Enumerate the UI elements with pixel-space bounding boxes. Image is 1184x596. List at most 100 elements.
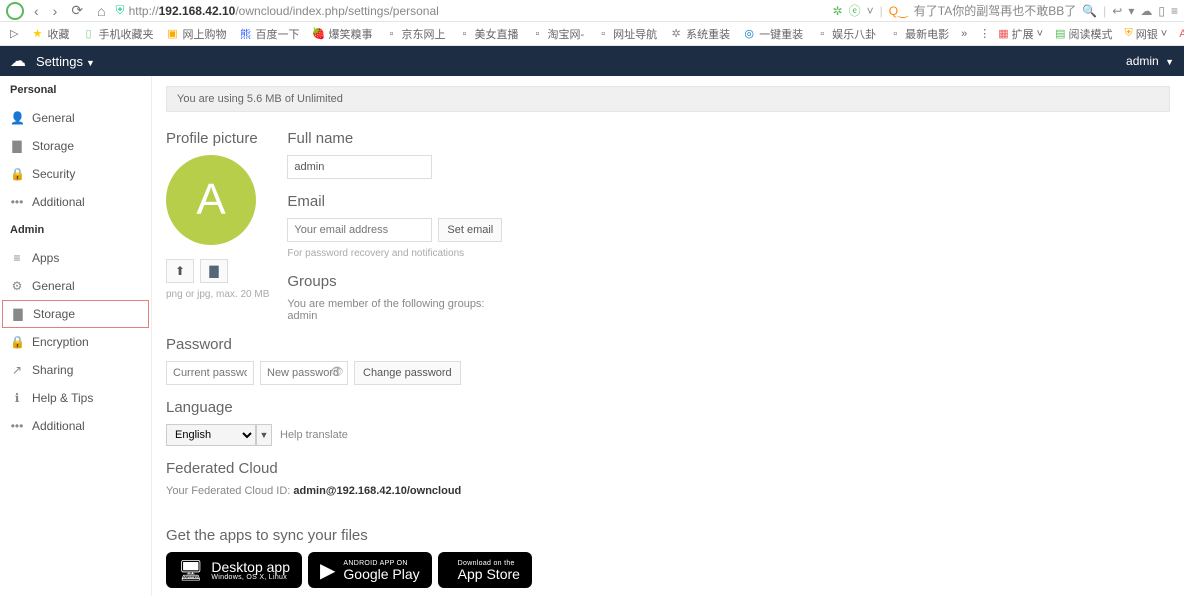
- sidebar-item-additional[interactable]: ••• Additional: [0, 188, 151, 216]
- sidebar-item-additional[interactable]: ••• Additional: [0, 412, 151, 440]
- fullname-input[interactable]: [287, 155, 432, 179]
- home-icon[interactable]: ⌂: [93, 3, 109, 19]
- bookmark-play-icon[interactable]: ▷: [6, 27, 22, 40]
- sidebar-item-icon: 👤: [10, 111, 24, 125]
- email-input[interactable]: [287, 218, 432, 242]
- sidebar-item-storage[interactable]: ▇ Storage: [2, 300, 149, 328]
- sidebar-item-icon: 🔒: [10, 167, 24, 181]
- settings-menu[interactable]: Settings▼: [36, 54, 95, 69]
- sidebar-item-icon: ▇: [11, 307, 25, 321]
- mobile-icon[interactable]: ▯: [1158, 4, 1165, 18]
- sidebar-item-icon: •••: [10, 195, 24, 209]
- current-password-input[interactable]: [166, 361, 254, 385]
- sidebar-item-label: Sharing: [32, 363, 73, 377]
- sidebar-item-label: General: [32, 111, 75, 125]
- help-translate-link[interactable]: Help translate: [280, 429, 348, 441]
- reload-icon[interactable]: ⟳: [67, 2, 87, 19]
- bookmark-item[interactable]: ▣网上购物: [161, 26, 230, 42]
- sidebar-item-general[interactable]: 👤 General: [0, 104, 151, 132]
- user-menu[interactable]: admin ▼: [1126, 54, 1174, 68]
- federated-cloud-heading: Federated Cloud: [166, 460, 1170, 477]
- sync-icon[interactable]: ✲: [833, 4, 843, 18]
- chevron-down-icon[interactable]: ˅: [867, 4, 874, 18]
- sidebar-item-general[interactable]: ⚙General: [0, 272, 151, 300]
- federated-cloud-id: Your Federated Cloud ID: admin@192.168.4…: [166, 485, 1170, 497]
- bookmark-item[interactable]: ▫娱乐八卦: [811, 26, 880, 42]
- bookmark-item[interactable]: ▫淘宝网-: [526, 26, 588, 42]
- sidebar-item-apps[interactable]: ≡Apps: [0, 244, 151, 272]
- menu-icon[interactable]: ≡: [1171, 4, 1178, 18]
- language-dropdown-button[interactable]: ▼: [256, 424, 272, 446]
- back-icon[interactable]: ‹: [30, 3, 43, 19]
- forward-icon[interactable]: ›: [49, 3, 62, 19]
- chevron-down-icon: ▼: [1165, 57, 1174, 67]
- ext-item[interactable]: ▦扩展˅: [994, 26, 1047, 42]
- bookmark-item[interactable]: 熊百度一下: [234, 26, 303, 42]
- chevron-down-icon: ▼: [86, 58, 95, 68]
- search-vendor-icon: Q‿: [889, 4, 908, 18]
- avatar-hint: png or jpg, max. 20 MB: [166, 289, 269, 300]
- ext-item[interactable]: ⛨网银˅: [1121, 26, 1172, 42]
- sidebar-item-security[interactable]: 🔒Security: [0, 160, 151, 188]
- sidebar-item-label: Apps: [32, 251, 59, 265]
- bookmarks-bar: ▷ ★收藏 ▯手机收藏夹 ▣网上购物 熊百度一下 🍓爆笑糗事 ▫京东网上 ▫美女…: [0, 22, 1184, 46]
- bookmark-item[interactable]: ✲系统重装: [665, 26, 734, 42]
- bookmark-item[interactable]: ★收藏: [26, 26, 73, 42]
- upload-avatar-button[interactable]: ⬆: [166, 259, 194, 283]
- sidebar-item-encryption[interactable]: 🔒 Encryption: [0, 328, 151, 356]
- bookmark-item[interactable]: ▫最新电影: [884, 26, 953, 42]
- email-hint: For password recovery and notifications: [287, 248, 502, 259]
- fullname-heading: Full name: [287, 130, 502, 147]
- avatar: A: [166, 155, 256, 245]
- bookmark-more-icon[interactable]: »: [957, 28, 971, 40]
- ext-item[interactable]: ▤阅读模式: [1051, 26, 1116, 42]
- sidebar-item-label: Encryption: [32, 335, 89, 349]
- promo-text[interactable]: 有了TA你的副驾再也不敢BB了: [914, 2, 1076, 19]
- groups-text: You are member of the following groups:: [287, 298, 502, 310]
- undo-icon[interactable]: ↩: [1112, 4, 1122, 18]
- bookmark-item[interactable]: ▯手机收藏夹: [77, 26, 157, 42]
- sidebar-item-label: Additional: [32, 419, 85, 433]
- ext-item[interactable]: Aa翻译˅: [1175, 26, 1184, 42]
- sidebar-item-sharing[interactable]: ↗ Sharing: [0, 356, 151, 384]
- sidebar-item-help-tips[interactable]: ℹHelp & Tips: [0, 384, 151, 412]
- change-password-button[interactable]: Change password: [354, 361, 461, 385]
- sidebar-item-icon: ↗: [10, 363, 24, 377]
- google-play-badge[interactable]: ▶ ANDROID APP ONGoogle Play: [308, 552, 432, 588]
- sidebar-item-icon: ℹ: [10, 391, 24, 405]
- desktop-app-badge[interactable]: 🖥 Desktop appWindows, OS X, Linux: [166, 552, 302, 588]
- bookmark-item[interactable]: ▫美女直播: [453, 26, 522, 42]
- bookmark-item[interactable]: ◎一键重装: [738, 26, 807, 42]
- sidebar-item-icon: •••: [10, 419, 24, 433]
- sidebar-item-icon: 🔒: [10, 335, 24, 349]
- search-icon[interactable]: 🔍: [1082, 4, 1097, 18]
- sidebar-item-label: Storage: [33, 307, 75, 321]
- browser-nav-bar: ‹ › ⟳ ⌂ ⛨ http://192.168.42.10/owncloud/…: [0, 0, 1184, 22]
- app-header: ☁ Settings▼ admin ▼: [0, 46, 1184, 76]
- groups-heading: Groups: [287, 273, 502, 290]
- address-bar[interactable]: ⛨ http://192.168.42.10/owncloud/index.ph…: [116, 3, 827, 18]
- language-heading: Language: [166, 399, 1170, 416]
- sidebar-heading-admin: Admin: [0, 216, 151, 244]
- edge-icon[interactable]: ⓔ: [849, 2, 861, 19]
- set-email-button[interactable]: Set email: [438, 218, 502, 242]
- toggle-password-icon[interactable]: 👁: [330, 365, 344, 378]
- sidebar-item-storage[interactable]: ▇Storage: [0, 132, 151, 160]
- bookmark-item[interactable]: ▫京东网上: [380, 26, 449, 42]
- app-store-badge[interactable]: Download on theApp Store: [438, 552, 532, 588]
- owncloud-logo-icon[interactable]: ☁: [10, 51, 26, 71]
- cloud-icon[interactable]: ☁: [1140, 4, 1152, 18]
- url-text: http://192.168.42.10/owncloud/index.php/…: [129, 4, 439, 18]
- bookmark-item[interactable]: ▫网址导航: [592, 26, 661, 42]
- bookmark-item[interactable]: 🍓爆笑糗事: [307, 26, 376, 42]
- sidebar-item-label: Additional: [32, 195, 85, 209]
- play-icon: ▶: [320, 558, 335, 583]
- sidebar-item-label: Storage: [32, 139, 74, 153]
- groups-list: admin: [287, 310, 502, 322]
- select-avatar-button[interactable]: ▇: [200, 259, 228, 283]
- sidebar-item-icon: ⚙: [10, 279, 24, 293]
- ext-menu-icon[interactable]: ⋮: [979, 27, 990, 40]
- quota-info: You are using 5.6 MB of Unlimited: [166, 86, 1170, 112]
- language-select[interactable]: English: [166, 424, 256, 446]
- settings-sidebar: Personal 👤General▇Storage🔒Security•••Add…: [0, 76, 152, 596]
